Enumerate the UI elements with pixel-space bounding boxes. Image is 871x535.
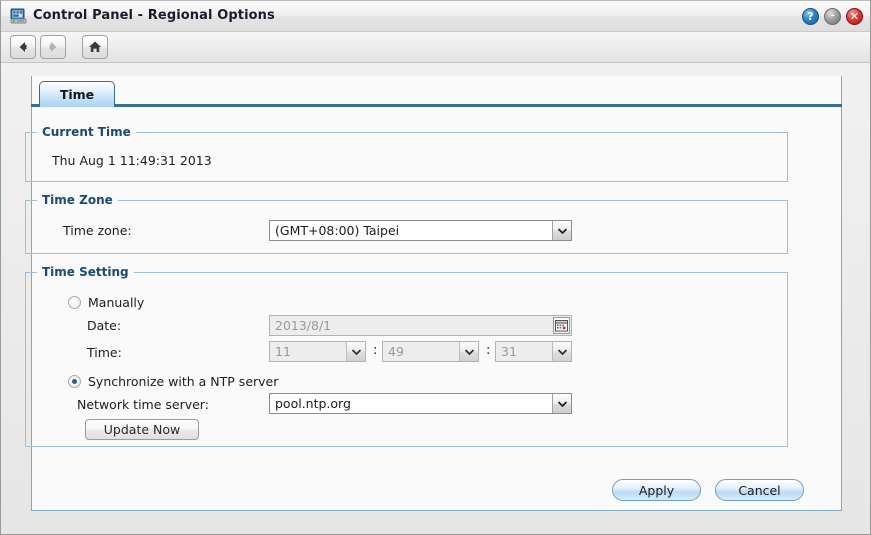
apply-label: Apply (638, 482, 675, 498)
date-value: 2013/8/1 (275, 318, 332, 333)
close-button[interactable]: ✕ (846, 8, 863, 25)
navigation-bar (1, 32, 870, 63)
minimize-icon: – (830, 11, 835, 21)
manual-radio[interactable] (68, 296, 81, 309)
ntp-radio[interactable] (68, 375, 81, 388)
chevron-down-icon (552, 342, 571, 361)
update-now-label: Update Now (103, 422, 181, 437)
time-zone-select[interactable]: (GMT+08:00) Taipei (269, 220, 572, 241)
help-button[interactable]: ? (802, 8, 819, 25)
second-value: 31 (501, 344, 517, 359)
manual-radio-label[interactable]: Manually (88, 295, 144, 310)
date-input[interactable]: 2013/8/1 (269, 315, 572, 336)
chevron-down-icon (459, 342, 478, 361)
time-setting-legend: Time Setting (37, 265, 134, 279)
control-panel-window: Control Panel - Regional Options ? – ✕ T… (0, 0, 871, 535)
network-time-server-label: Network time server: (77, 397, 209, 412)
time-zone-value: (GMT+08:00) Taipei (275, 223, 400, 238)
update-now-button[interactable]: Update Now (85, 419, 199, 440)
time-separator-1: : (373, 343, 378, 358)
help-icon: ? (807, 10, 814, 23)
ntp-radio-label[interactable]: Synchronize with a NTP server (88, 374, 278, 389)
hour-select[interactable]: 11 (269, 341, 366, 362)
close-icon: ✕ (849, 10, 860, 23)
network-time-server-value: pool.ntp.org (275, 396, 351, 411)
home-icon (83, 39, 107, 55)
chevron-down-icon (346, 342, 365, 361)
minimize-button[interactable]: – (824, 8, 841, 25)
tab-time-label: Time (59, 87, 95, 102)
home-button[interactable] (82, 35, 108, 59)
minute-select[interactable]: 49 (382, 341, 479, 362)
panel-top-accent (31, 104, 842, 107)
network-time-server-select[interactable]: pool.ntp.org (269, 393, 572, 414)
time-zone-label: Time zone: (63, 223, 132, 238)
calendar-icon[interactable] (553, 317, 570, 334)
title-bar: Control Panel - Regional Options ? – ✕ (1, 1, 870, 32)
computer-icon (10, 8, 27, 24)
apply-button[interactable]: Apply (612, 479, 701, 501)
chevron-down-icon (552, 221, 571, 240)
arrow-right-icon (41, 39, 65, 55)
forward-button[interactable] (40, 35, 66, 59)
date-label: Date: (87, 318, 122, 333)
back-button[interactable] (10, 35, 36, 59)
arrow-left-icon (11, 39, 35, 55)
window-title: Control Panel - Regional Options (33, 8, 275, 23)
cancel-button[interactable]: Cancel (715, 479, 804, 501)
time-label: Time: (87, 345, 122, 360)
time-zone-legend: Time Zone (37, 193, 118, 207)
time-separator-2: : (486, 343, 491, 358)
tab-time[interactable]: Time (39, 81, 115, 107)
current-time-value: Thu Aug 1 11:49:31 2013 (52, 153, 212, 168)
chevron-down-icon (552, 394, 571, 413)
current-time-legend: Current Time (37, 125, 136, 139)
second-select[interactable]: 31 (495, 341, 572, 362)
time-zone-group: Time Zone Time zone: (GMT+08:00) Taipei (25, 193, 788, 254)
minute-value: 49 (388, 344, 404, 359)
cancel-label: Cancel (738, 482, 781, 498)
hour-value: 11 (275, 344, 291, 359)
current-time-group: Current Time Thu Aug 1 11:49:31 2013 (25, 125, 788, 182)
